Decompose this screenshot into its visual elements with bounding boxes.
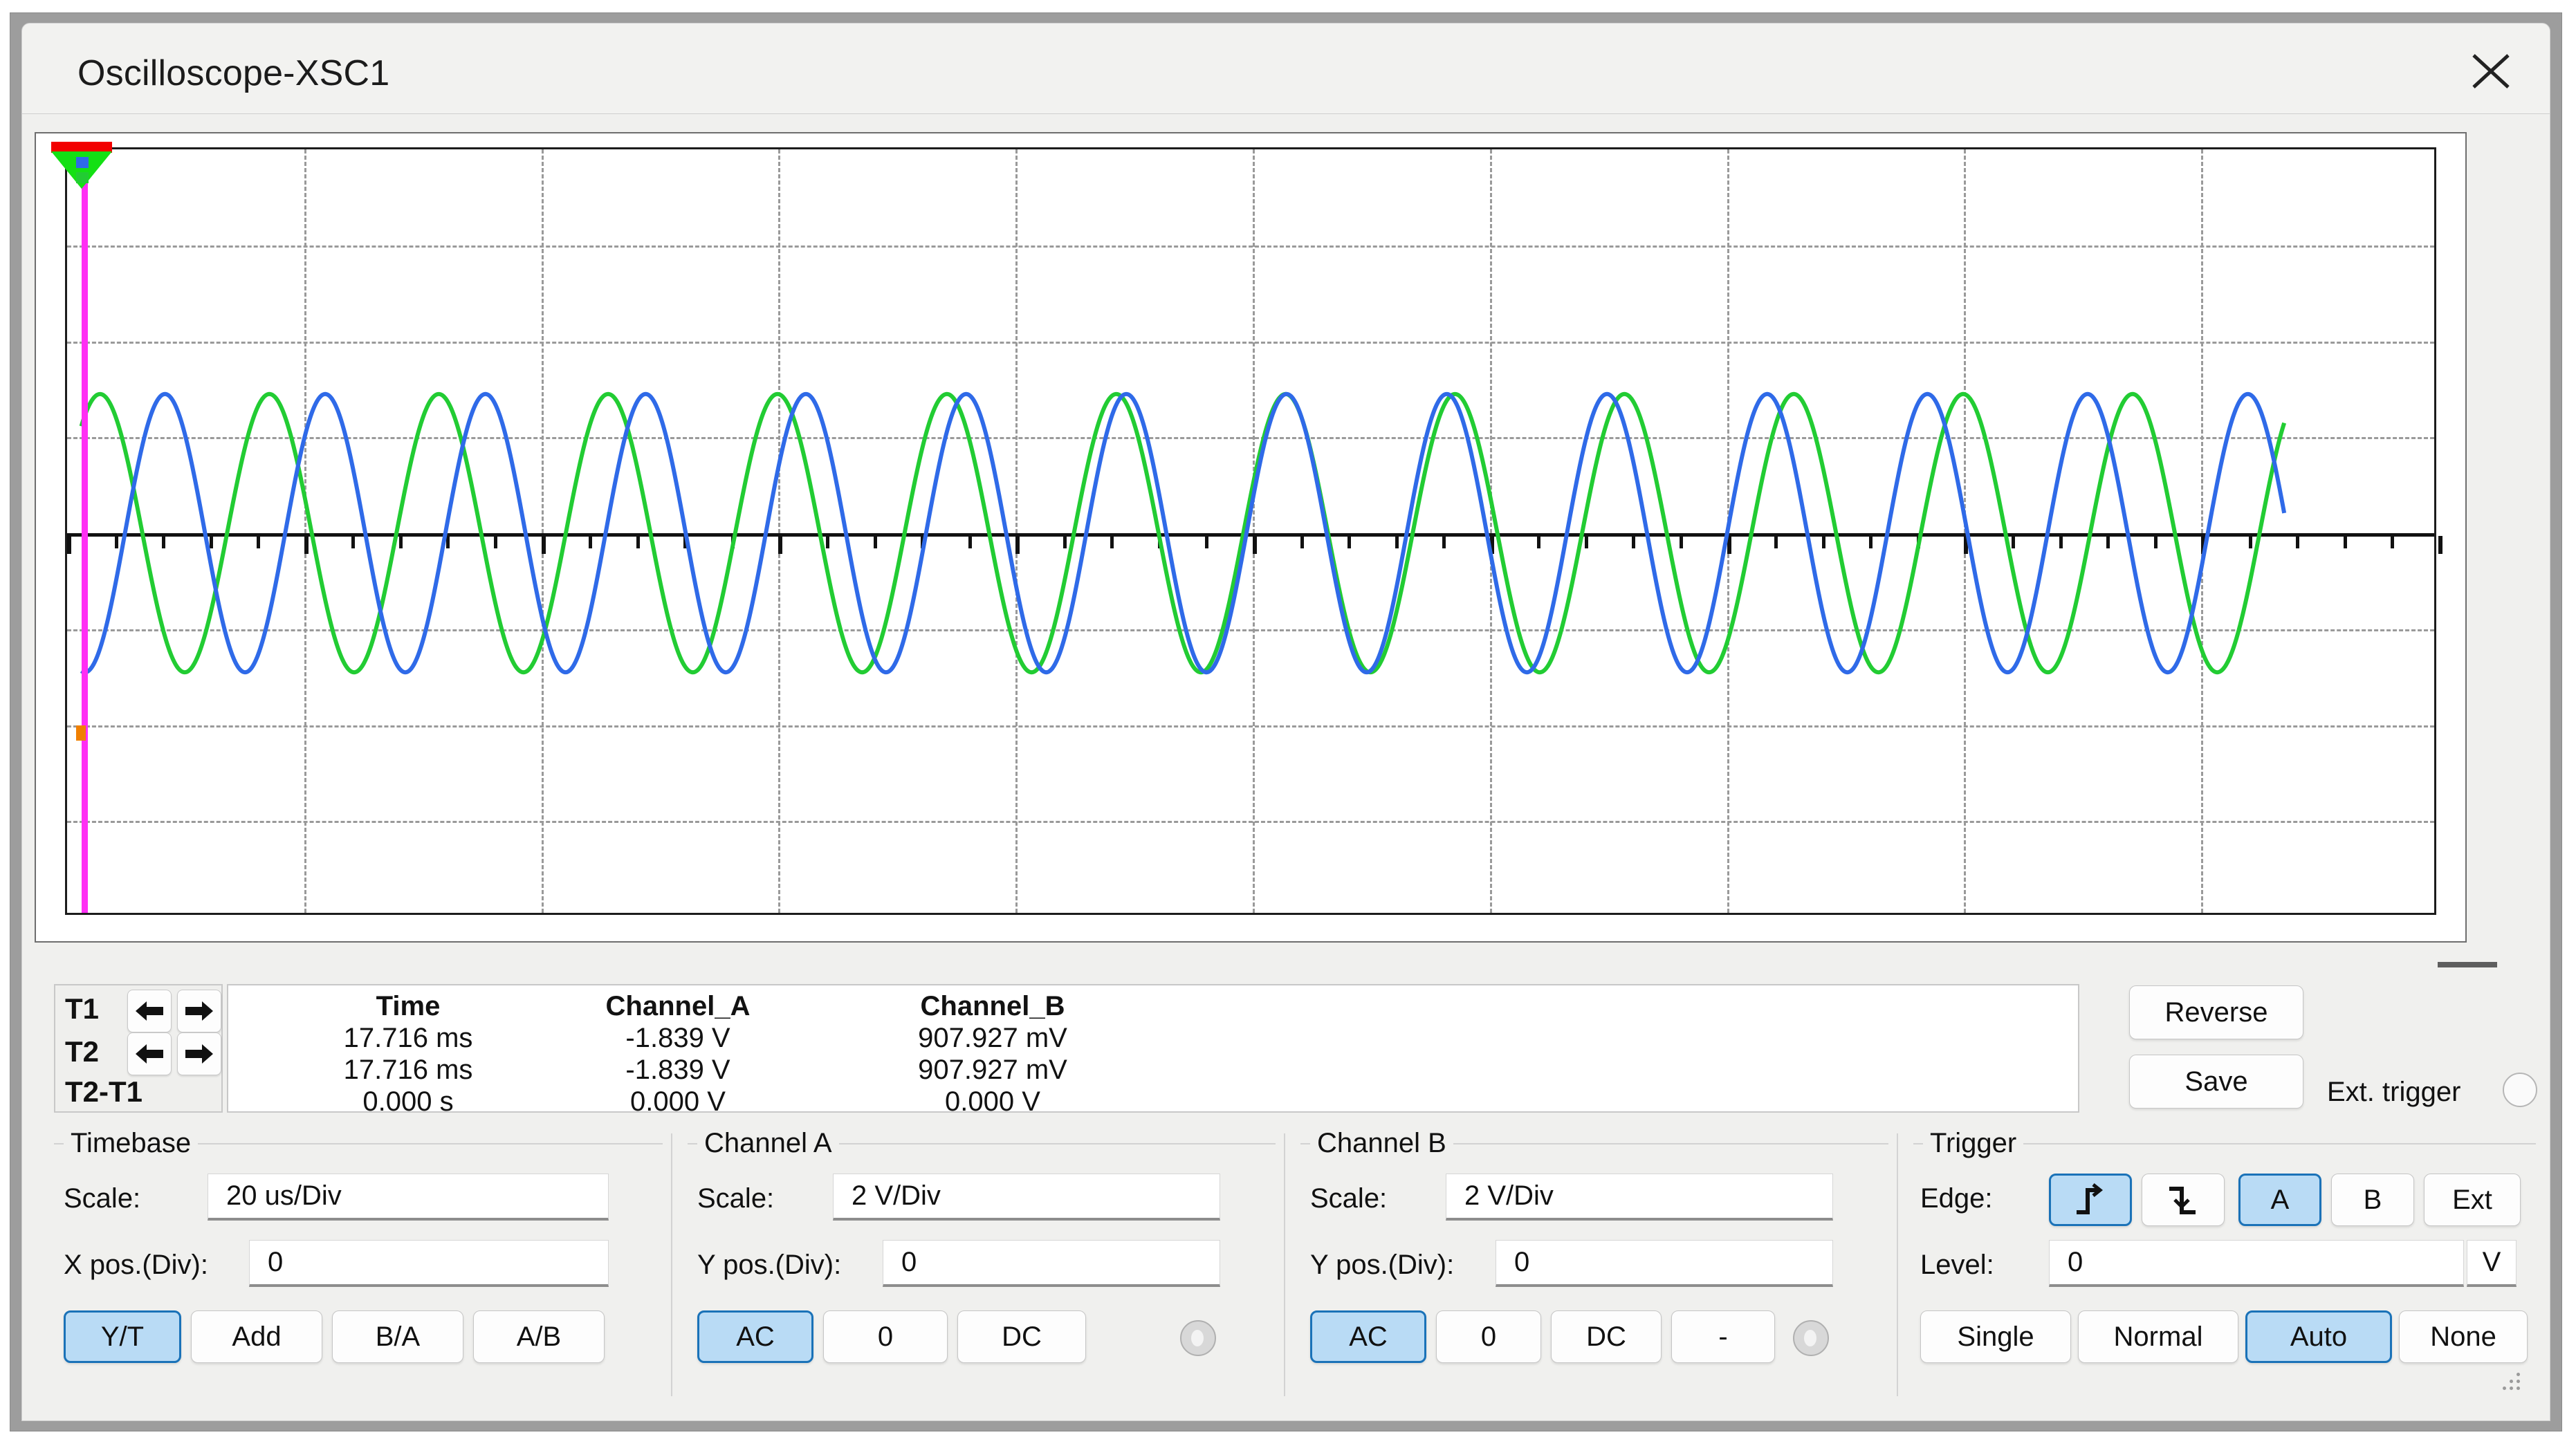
waveform-grid	[65, 147, 2442, 915]
trace-channel_b	[80, 391, 2287, 675]
cursor-t2-right-button[interactable]	[177, 1032, 221, 1075]
reverse-button[interactable]: Reverse	[2129, 985, 2303, 1039]
channel-b-terminal[interactable]	[1793, 1320, 1829, 1356]
trigger-title: Trigger	[1923, 1128, 2024, 1159]
cursor-t1-left-button[interactable]	[127, 990, 172, 1032]
trigger-group: Trigger Edge: A B Ext Level: 0 V Single	[1913, 1128, 2536, 1400]
cursor-chip-b	[76, 157, 89, 168]
cursor-t2-label: T2	[65, 1035, 100, 1068]
arrow-left-icon	[136, 1044, 163, 1064]
trigger-mode-auto[interactable]: Auto	[2245, 1310, 2392, 1363]
trigger-mode-none[interactable]: None	[2399, 1310, 2528, 1363]
timebase-mode-yt[interactable]: Y/T	[64, 1310, 181, 1363]
channel-a-group: Channel A Scale: 2 V/Div Y pos.(Div): 0 …	[688, 1128, 1276, 1400]
cursor-t1-label: T1	[65, 992, 100, 1025]
cursor-chip-a	[76, 172, 89, 183]
timebase-xpos-input[interactable]: 0	[249, 1240, 609, 1287]
column-header-time: Time	[376, 991, 441, 1021]
channel-a-coupling-ac[interactable]: AC	[697, 1310, 813, 1363]
waveform-traces	[79, 391, 2287, 675]
trigger-source-b[interactable]: B	[2331, 1174, 2414, 1226]
channel-a-coupling-dc[interactable]: DC	[957, 1310, 1086, 1363]
trigger-edge-label: Edge:	[1920, 1183, 1993, 1214]
table-row: 0.000 s	[362, 1086, 454, 1117]
column-header-channel-a: Channel_A	[605, 991, 751, 1021]
arrow-left-icon	[136, 1001, 163, 1021]
group-separator	[671, 1133, 672, 1396]
group-separator	[1897, 1133, 1898, 1396]
trigger-source-ext[interactable]: Ext	[2424, 1174, 2521, 1226]
channel-a-ypos-label: Y pos.(Div):	[697, 1250, 842, 1280]
timebase-xpos-label: X pos.(Div):	[64, 1250, 208, 1280]
waveform-screen	[51, 142, 2445, 930]
cursor-t2-left-button[interactable]	[127, 1032, 172, 1075]
timebase-mode-ba[interactable]: B/A	[332, 1310, 463, 1363]
trigger-mode-single[interactable]: Single	[1920, 1310, 2071, 1363]
page-title: Oscilloscope-XSC1	[77, 53, 390, 93]
channel-b-coupling-gnd[interactable]: 0	[1436, 1310, 1541, 1363]
group-separator	[1284, 1133, 1285, 1396]
table-row: 907.927 mV	[918, 1023, 1067, 1053]
falling-edge-icon	[2169, 1187, 2196, 1214]
table-row: 0.000 V	[630, 1086, 726, 1117]
channel-b-coupling-ac[interactable]: AC	[1310, 1310, 1426, 1363]
timebase-scale-input[interactable]: 20 us/Div	[208, 1174, 609, 1221]
measurement-row: T1 T2 T2-T1 Time Channel_A Channel_B 17.…	[54, 984, 2540, 1117]
cursor-t1-line[interactable]	[81, 149, 88, 913]
trigger-level-label: Level:	[1920, 1250, 1994, 1280]
channel-b-group: Channel B Scale: 2 V/Div Y pos.(Div): 0 …	[1300, 1128, 1888, 1400]
cursor-marker-dot	[75, 725, 86, 741]
trigger-mode-normal[interactable]: Normal	[2078, 1310, 2238, 1363]
channel-a-coupling-gnd[interactable]: 0	[823, 1310, 948, 1363]
cursor-controls: T1 T2 T2-T1	[54, 984, 223, 1113]
channel-a-ypos-input[interactable]: 0	[883, 1240, 1220, 1287]
table-row: 17.716 ms	[343, 1055, 473, 1085]
timebase-group: Timebase Scale: 20 us/Div X pos.(Div): 0…	[54, 1128, 663, 1400]
channel-b-title: Channel B	[1310, 1128, 1453, 1159]
channel-a-terminal[interactable]	[1180, 1320, 1216, 1356]
oscilloscope-window: Oscilloscope-XSC1 T1 T2 T2-T1 Time Chann…	[10, 12, 2562, 1431]
column-header-channel-b: Channel_B	[920, 991, 1065, 1021]
ext-trigger-terminal[interactable]	[2503, 1073, 2537, 1107]
arrow-right-icon	[185, 1001, 213, 1021]
channel-a-title: Channel A	[697, 1128, 839, 1159]
measurement-table: Time Channel_A Channel_B 17.716 ms -1.83…	[227, 984, 2079, 1117]
ext-trigger-label: Ext. trigger	[2327, 1077, 2461, 1107]
timebase-mode-ab[interactable]: A/B	[473, 1310, 605, 1363]
arrow-right-icon	[185, 1044, 213, 1064]
channel-b-ypos-label: Y pos.(Div):	[1310, 1250, 1455, 1280]
channel-b-invert[interactable]: -	[1671, 1310, 1775, 1363]
channel-a-scale-input[interactable]: 2 V/Div	[833, 1174, 1220, 1221]
rising-edge-icon	[2077, 1183, 2104, 1214]
trigger-edge-falling-button[interactable]	[2142, 1174, 2225, 1226]
channel-a-scale-label: Scale:	[697, 1183, 775, 1214]
scope-body: T1 T2 T2-T1 Time Channel_A Channel_B 17.…	[21, 114, 2550, 1421]
waveform-display[interactable]	[35, 132, 2467, 943]
trigger-level-input[interactable]: 0	[2049, 1240, 2464, 1287]
channel-b-coupling-dc[interactable]: DC	[1551, 1310, 1662, 1363]
timebase-mode-add[interactable]: Add	[191, 1310, 322, 1363]
channel-b-scale-label: Scale:	[1310, 1183, 1388, 1214]
trigger-source-a[interactable]: A	[2238, 1174, 2321, 1226]
cursor-t1-right-button[interactable]	[177, 990, 221, 1032]
table-row: 17.716 ms	[343, 1023, 473, 1053]
table-row: -1.839 V	[625, 1055, 730, 1085]
trigger-level-unit[interactable]: V	[2467, 1240, 2517, 1287]
collapse-panel-handle[interactable]	[2438, 962, 2497, 967]
close-icon[interactable]	[2464, 47, 2518, 95]
channel-b-ypos-input[interactable]: 0	[1496, 1240, 1833, 1287]
window-titlebar: Oscilloscope-XSC1	[21, 23, 2550, 114]
table-row: 907.927 mV	[918, 1055, 1067, 1085]
resize-grip-icon[interactable]	[2503, 1373, 2522, 1391]
cursor-diff-label: T2-T1	[65, 1075, 143, 1108]
channel-b-scale-input[interactable]: 2 V/Div	[1446, 1174, 1833, 1221]
table-row: -1.839 V	[625, 1023, 730, 1053]
timebase-title: Timebase	[64, 1128, 199, 1159]
trigger-edge-rising-button[interactable]	[2049, 1174, 2132, 1226]
trace-channel_a	[79, 391, 2287, 675]
timebase-scale-label: Scale:	[64, 1183, 141, 1214]
save-button[interactable]: Save	[2129, 1055, 2303, 1109]
table-row: 0.000 V	[945, 1086, 1040, 1117]
